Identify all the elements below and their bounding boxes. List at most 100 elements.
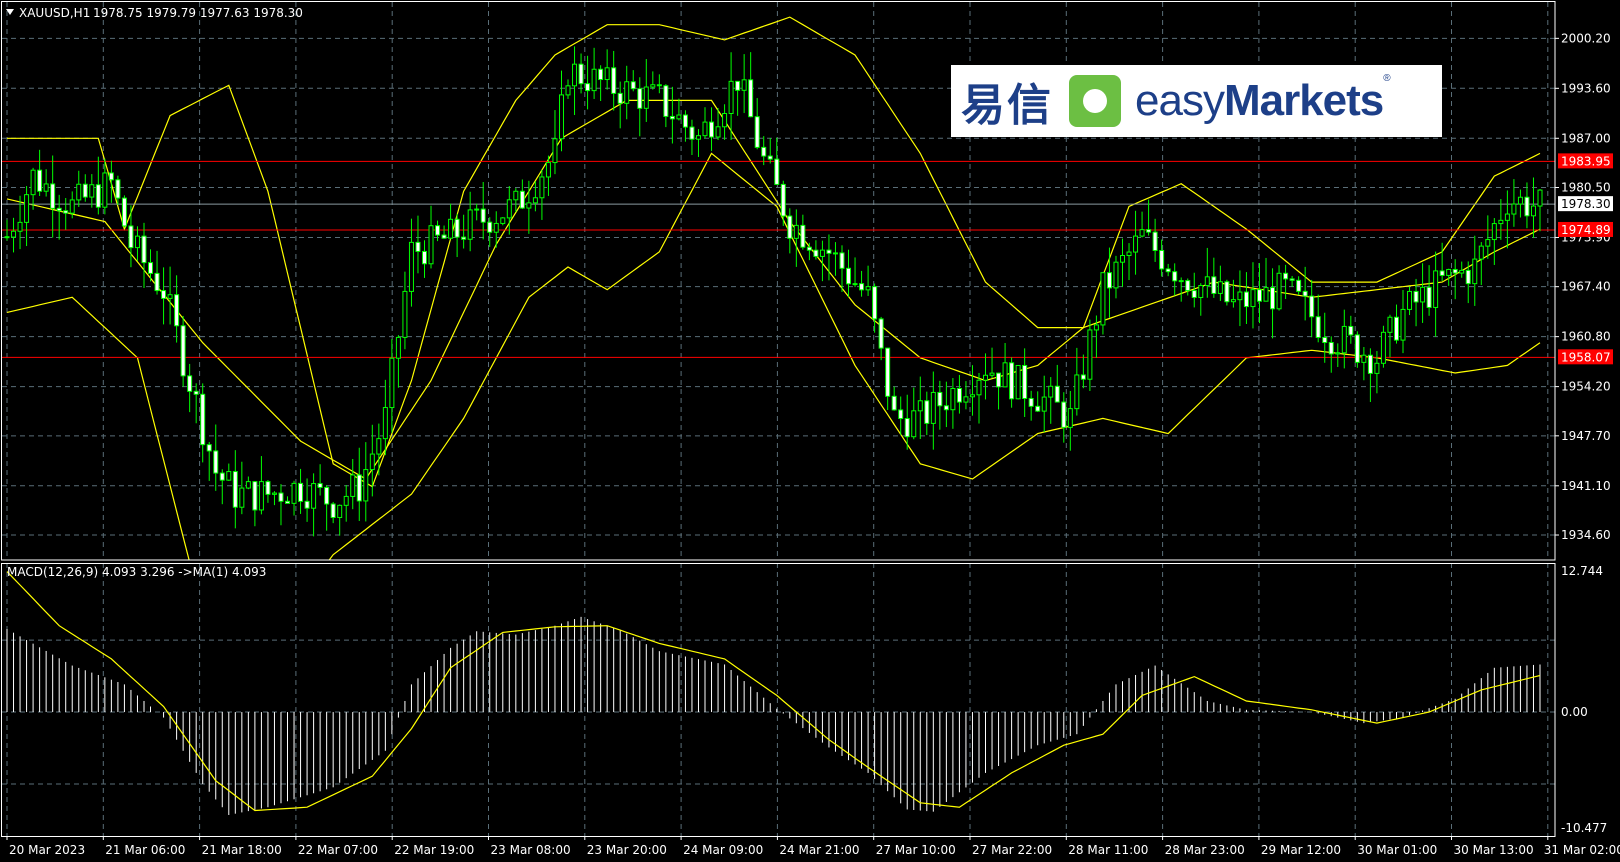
candle-body-52 (343, 495, 349, 506)
candle-body-194 (1270, 287, 1276, 310)
candle-body-108 (709, 121, 715, 138)
candle-body-86 (565, 85, 571, 96)
y-tick-label-3: 1980.50 (1561, 180, 1611, 194)
candle-body-11 (76, 183, 82, 201)
x-tick-label-2: 21 Mar 18:00 (202, 843, 282, 857)
candle-body-138 (904, 418, 910, 438)
candle-body-109 (715, 126, 721, 138)
candle-body-29 (193, 390, 199, 395)
candle-body-114 (748, 79, 754, 118)
candle-body-18 (121, 197, 127, 227)
candle-body-60 (395, 336, 401, 359)
candle-body-72 (474, 208, 480, 211)
candle-body-189 (1237, 291, 1243, 301)
candle-body-198 (1296, 279, 1302, 292)
candle-body-122 (800, 224, 806, 248)
candle-body-44 (291, 482, 297, 504)
x-tick-label-7: 24 Mar 09:00 (683, 843, 763, 857)
candle-body-62 (408, 241, 414, 292)
candle-body-231 (1511, 203, 1517, 215)
candle-body-145 (950, 388, 956, 411)
y-tick-label-10: 1934.60 (1561, 528, 1611, 542)
candle-body-35 (232, 471, 238, 508)
candle-body-210 (1374, 362, 1380, 374)
candle-body-166 (1087, 329, 1093, 380)
candle-body-95 (624, 81, 630, 104)
candle-body-197 (1289, 278, 1295, 281)
candle-body-17 (115, 179, 121, 199)
level-tag-label-2: 1958.07 (1561, 350, 1611, 364)
candle-body-180 (1178, 280, 1184, 283)
candle-body-193 (1263, 287, 1269, 302)
candle-body-164 (1074, 374, 1080, 410)
candle-body-182 (1191, 290, 1197, 298)
candle-body-49 (324, 486, 330, 505)
candle-body-121 (793, 224, 799, 239)
candle-body-173 (1133, 235, 1139, 253)
candle-body-126 (826, 249, 832, 254)
candle-body-22 (148, 262, 154, 274)
logo-markets: Markets (1223, 76, 1384, 125)
candle-body-32 (213, 450, 219, 474)
candle-body-19 (128, 225, 134, 249)
candle-body-64 (421, 250, 427, 265)
candle-body-218 (1426, 286, 1432, 308)
candle-body-74 (487, 221, 493, 233)
candle-body-140 (917, 400, 923, 412)
candle-body-131 (859, 283, 865, 291)
candle-body-59 (389, 357, 395, 409)
candle-body-217 (1420, 286, 1426, 303)
candle-body-103 (676, 114, 682, 120)
candle-body-58 (382, 407, 388, 440)
logo-mark-icon (1069, 75, 1121, 127)
candle-body-61 (402, 290, 408, 338)
candle-body-207 (1354, 334, 1360, 363)
candle-body-211 (1380, 331, 1386, 364)
candle-body-129 (846, 267, 852, 285)
candle-body-234 (1530, 205, 1536, 217)
ohlc-readout: 1978.75 1979.79 1977.63 1978.30 (93, 6, 303, 20)
candle-body-96 (630, 81, 636, 90)
x-tick-label-4: 22 Mar 19:00 (394, 843, 474, 857)
candle-body-181 (1185, 280, 1191, 292)
candle-body-201 (1315, 316, 1321, 338)
candle-body-128 (839, 252, 845, 269)
candle-body-92 (604, 67, 610, 81)
candle-body-196 (1283, 272, 1289, 280)
candle-body-34 (226, 471, 232, 481)
candle-body-112 (735, 80, 741, 91)
candle-body-187 (1224, 281, 1230, 303)
x-tick-label-0: 20 Mar 2023 (9, 843, 85, 857)
candle-body-107 (702, 121, 708, 137)
candle-body-104 (682, 114, 688, 128)
candle-body-50 (330, 503, 336, 518)
candle-body-216 (1413, 290, 1419, 303)
candle-body-186 (1217, 281, 1223, 294)
candle-body-227 (1485, 239, 1491, 247)
candle-body-150 (983, 374, 989, 381)
candle-body-37 (245, 481, 251, 489)
candle-body-3 (24, 194, 30, 223)
candle-body-75 (493, 222, 499, 233)
candle-body-205 (1341, 325, 1347, 354)
candle-body-1 (11, 230, 17, 238)
x-tick-label-5: 23 Mar 08:00 (491, 843, 571, 857)
level-tag-label-1: 1974.89 (1561, 223, 1611, 237)
x-tick-label-16: 31 Mar 02:00 (1544, 843, 1620, 857)
candle-body-12 (82, 183, 88, 198)
candle-body-113 (741, 79, 747, 91)
candle-body-228 (1491, 223, 1497, 241)
logo-chinese-text: 易信 (961, 80, 1053, 131)
candle-body-174 (1139, 229, 1145, 237)
candle-body-222 (1452, 268, 1458, 274)
candle-body-57 (376, 438, 382, 455)
candle-body-110 (722, 112, 728, 128)
macd-tick-label-2: -10.477 (1561, 821, 1607, 835)
candle-body-28 (187, 375, 193, 392)
x-tick-label-10: 27 Mar 22:00 (972, 843, 1052, 857)
candle-body-120 (787, 215, 793, 239)
candle-body-233 (1524, 196, 1530, 217)
candle-body-53 (350, 474, 356, 497)
level-tag-label-0: 1983.95 (1561, 154, 1611, 168)
x-tick-label-1: 21 Mar 06:00 (105, 843, 185, 857)
